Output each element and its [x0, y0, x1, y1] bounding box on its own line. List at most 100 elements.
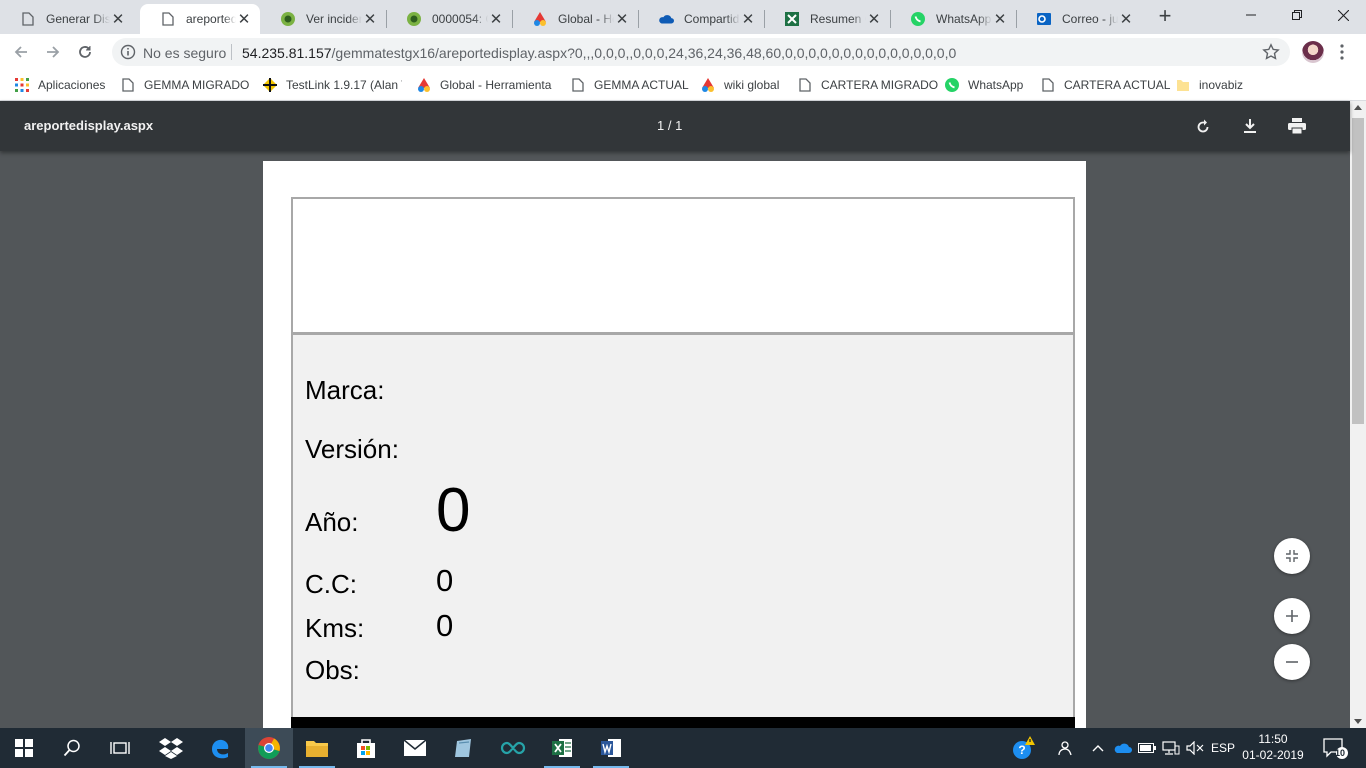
zoom-in-button[interactable] [1274, 598, 1310, 634]
download-icon[interactable] [1238, 114, 1262, 138]
kms-value: 0 [436, 608, 454, 643]
whatsapp-icon [910, 11, 926, 27]
testlink-icon [262, 77, 278, 93]
bookmark-cartera-migrado[interactable]: CARTERA MIGRADO [797, 77, 938, 93]
task-view-icon[interactable] [96, 728, 144, 768]
onedrive-icon[interactable] [1112, 728, 1134, 768]
chevron-up-icon[interactable] [1090, 728, 1106, 768]
people-icon[interactable] [1052, 728, 1076, 768]
start-button[interactable] [0, 728, 48, 768]
zoom-out-button[interactable] [1274, 644, 1310, 680]
bookmarks-bar: Aplicaciones GEMMA MIGRADO TestLink 1.9.… [0, 70, 1366, 101]
forward-button[interactable] [41, 40, 65, 64]
search-icon[interactable] [48, 728, 96, 768]
chrome-icon[interactable] [245, 728, 293, 768]
excel-icon [784, 11, 800, 27]
bookmark-cartera-actual[interactable]: CARTERA ACTUAL [1040, 77, 1170, 93]
address-bar[interactable]: No es seguro 54.235.81.157/gemmatestgx16… [112, 38, 1290, 66]
folder-icon [1175, 77, 1191, 93]
tab-areportedisplay[interactable]: areportedis ✕ [140, 4, 260, 34]
network-icon[interactable] [1160, 728, 1182, 768]
dropbox-icon[interactable] [147, 728, 195, 768]
excel-icon[interactable] [538, 728, 586, 768]
minimize-button[interactable] [1228, 0, 1274, 30]
close-icon[interactable]: ✕ [740, 10, 756, 28]
rotate-icon[interactable] [1191, 114, 1215, 138]
clock-time: 11:50 [1258, 732, 1288, 746]
file-explorer-icon[interactable] [293, 728, 341, 768]
close-icon[interactable]: ✕ [362, 10, 378, 28]
tab-generar[interactable]: Generar Dis ✕ [0, 4, 134, 34]
fit-to-page-button[interactable] [1274, 538, 1310, 574]
print-icon[interactable] [1285, 114, 1309, 138]
notes-app-icon[interactable] [440, 728, 488, 768]
close-icon[interactable]: ✕ [866, 10, 882, 28]
mantis-bug-icon [280, 11, 296, 27]
tab-correo[interactable]: Correo - juc ✕ [1016, 4, 1142, 34]
clock[interactable]: 11:50 01-02-2019 [1240, 731, 1306, 763]
close-icon[interactable]: ✕ [110, 10, 126, 28]
tab-compartido[interactable]: Compartido ✕ [638, 4, 764, 34]
mail-icon[interactable] [391, 728, 439, 768]
action-center-icon[interactable]: 10 [1318, 728, 1352, 768]
tab-whatsapp[interactable]: WhatsApp ✕ [890, 4, 1016, 34]
arduino-icon[interactable] [489, 728, 537, 768]
anio-value: 0 [436, 476, 471, 545]
tab-global-herramientas[interactable]: Global - He ✕ [512, 4, 638, 34]
edge-icon[interactable] [196, 728, 244, 768]
bookmark-star-icon[interactable] [1262, 43, 1280, 61]
help-warning-icon[interactable]: ? [1006, 728, 1040, 768]
bookmark-aplicaciones[interactable]: Aplicaciones [14, 77, 105, 93]
vertical-scrollbar[interactable] [1350, 101, 1366, 728]
close-icon[interactable]: ✕ [614, 10, 630, 28]
reload-button[interactable] [73, 40, 97, 64]
bookmark-gemma-actual[interactable]: GEMMA ACTUAL [570, 77, 689, 93]
bookmark-whatsapp[interactable]: WhatsApp [944, 77, 1023, 93]
version-label: Versión: [305, 434, 399, 464]
bookmark-inovabiz[interactable]: inovabiz [1175, 77, 1243, 93]
bookmark-global-herramienta[interactable]: Global - Herramienta [416, 77, 552, 93]
bookmark-gemma-migrado[interactable]: GEMMA MIGRADO [120, 77, 249, 93]
global-logo-icon [532, 11, 548, 27]
minus-icon [1286, 661, 1298, 663]
page-indicator: 1 / 1 [657, 118, 683, 133]
anio-label: Año: [305, 507, 359, 537]
close-icon[interactable]: ✕ [992, 10, 1008, 28]
close-icon[interactable]: ✕ [1118, 10, 1134, 28]
kms-label: Kms: [305, 613, 365, 643]
security-status-text[interactable]: No es seguro [143, 45, 226, 61]
close-icon[interactable]: ✕ [236, 10, 252, 28]
scroll-down-arrow[interactable] [1354, 719, 1362, 724]
report-details-box [291, 333, 1075, 728]
new-tab-button[interactable]: + [1152, 5, 1178, 29]
scrollbar-thumb[interactable] [1352, 118, 1364, 424]
word-icon[interactable] [587, 728, 635, 768]
close-window-button[interactable] [1320, 0, 1366, 30]
menu-icon[interactable] [1336, 42, 1348, 62]
browser-toolbar: No es seguro 54.235.81.157/gemmatestgx16… [0, 34, 1366, 70]
info-icon[interactable] [120, 44, 136, 60]
close-icon[interactable]: ✕ [488, 10, 504, 28]
whatsapp-icon [944, 77, 960, 93]
obs-label: Obs: [305, 655, 360, 685]
document-icon [1040, 77, 1056, 93]
tab-0000054[interactable]: 0000054: G ✕ [386, 4, 512, 34]
document-icon [120, 77, 136, 93]
volume-muted-icon[interactable] [1184, 728, 1206, 768]
input-language[interactable]: ESP [1208, 728, 1238, 768]
onedrive-icon [658, 11, 674, 27]
bookmark-wiki-global[interactable]: wiki global [700, 77, 779, 93]
clock-date: 01-02-2019 [1242, 748, 1304, 762]
tab-ver-incidencias[interactable]: Ver inciden ✕ [260, 4, 386, 34]
tab-resumen[interactable]: Resumen C ✕ [764, 4, 890, 34]
back-button[interactable] [9, 40, 33, 64]
url-text[interactable]: 54.235.81.157/gemmatestgx16/areportedisp… [242, 45, 956, 61]
profile-avatar[interactable] [1302, 41, 1324, 63]
mantis-bug-icon [406, 11, 422, 27]
restore-button[interactable] [1274, 0, 1320, 30]
store-icon[interactable] [342, 728, 390, 768]
plus-icon [1286, 610, 1298, 622]
scroll-up-arrow[interactable] [1354, 105, 1362, 110]
battery-icon[interactable] [1136, 728, 1158, 768]
bookmark-testlink[interactable]: TestLink 1.9.17 (Alan T [262, 77, 402, 93]
